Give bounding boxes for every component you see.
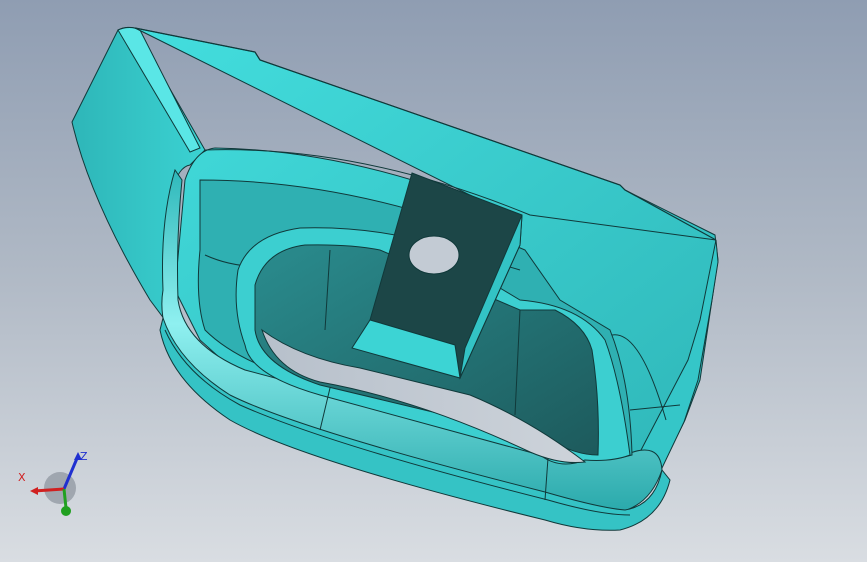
z-axis-label: Z <box>80 450 88 463</box>
x-arrow-icon <box>30 487 38 495</box>
x-axis-label: X <box>18 471 26 484</box>
y-axis <box>62 488 68 509</box>
graphics-viewport[interactable]: Z X <box>0 0 867 562</box>
x-axis <box>33 487 65 493</box>
y-axis-cap <box>61 506 71 516</box>
tab-hole[interactable] <box>408 235 460 275</box>
part-model[interactable] <box>0 0 867 562</box>
orientation-triad[interactable]: Z X <box>14 446 94 526</box>
